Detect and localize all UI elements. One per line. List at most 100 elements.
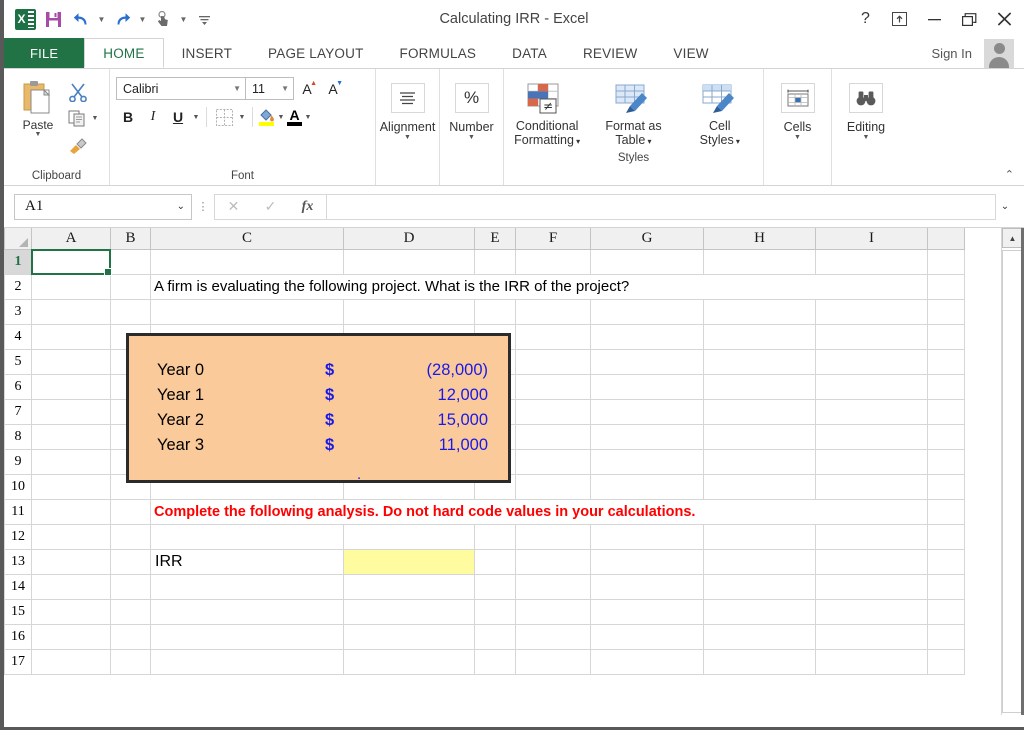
cell-C9[interactable]	[150, 448, 344, 475]
column-header-c[interactable]: C	[150, 228, 344, 250]
redo-icon[interactable]	[109, 6, 135, 32]
cell-F7[interactable]	[515, 398, 591, 425]
row-header-5[interactable]: 5	[4, 348, 32, 375]
cell-H16[interactable]	[703, 623, 816, 650]
cell-H6[interactable]	[703, 373, 816, 400]
cell-D16[interactable]	[343, 623, 475, 650]
cell-B4[interactable]	[110, 323, 151, 350]
cell-B13[interactable]	[110, 548, 151, 575]
column-header-f[interactable]: F	[515, 228, 591, 250]
cell-C1[interactable]	[150, 248, 344, 275]
cell-F9[interactable]	[515, 448, 591, 475]
expand-formula-bar-icon[interactable]: ⌄	[996, 201, 1014, 212]
cell-E9[interactable]	[474, 448, 516, 475]
row-header-16[interactable]: 16	[4, 623, 32, 650]
cell-B2[interactable]	[110, 273, 151, 300]
redo-dropdown-icon[interactable]: ▼	[137, 6, 148, 32]
tab-view[interactable]: VIEW	[655, 38, 726, 68]
cell-H12[interactable]	[703, 523, 816, 550]
enter-icon[interactable]: ✓	[265, 198, 277, 215]
cell-E5[interactable]	[474, 348, 516, 375]
row-header-2[interactable]: 2	[4, 273, 32, 300]
cell-B3[interactable]	[110, 298, 151, 325]
cell-J7[interactable]	[927, 398, 965, 425]
column-header-j[interactable]	[927, 228, 965, 250]
cell-G16[interactable]	[590, 623, 704, 650]
borders-dropdown-icon[interactable]: ▼	[237, 114, 247, 121]
paste-dropdown-icon[interactable]: ▼	[35, 131, 42, 138]
select-all-corner[interactable]	[4, 228, 32, 250]
cell-B16[interactable]	[110, 623, 151, 650]
cell-J9[interactable]	[927, 448, 965, 475]
cell-C8[interactable]	[150, 423, 344, 450]
italic-button[interactable]: I	[141, 105, 165, 129]
cell-I15[interactable]	[815, 598, 928, 625]
cell-F3[interactable]	[515, 298, 591, 325]
font-size-input[interactable]: 11 ▼	[246, 77, 294, 100]
row-header-15[interactable]: 15	[4, 598, 32, 625]
vertical-scrollbar[interactable]: ▲	[1001, 228, 1023, 715]
row-header-1[interactable]: 1	[4, 248, 32, 275]
cell-A12[interactable]	[31, 523, 111, 550]
cell-B14[interactable]	[110, 573, 151, 600]
cell-J16[interactable]	[927, 623, 965, 650]
cell-D7[interactable]	[343, 398, 475, 425]
cell-C7[interactable]	[150, 398, 344, 425]
cell-I8[interactable]	[815, 423, 928, 450]
copy-dropdown-icon[interactable]: ▼	[90, 115, 100, 122]
editing-button[interactable]	[849, 83, 883, 113]
format-painter-button[interactable]	[68, 135, 88, 157]
cell-J5[interactable]	[927, 348, 965, 375]
cell-D4[interactable]	[343, 323, 475, 350]
font-color-button[interactable]: A	[287, 108, 302, 126]
cell-I12[interactable]	[815, 523, 928, 550]
cell-J11[interactable]	[927, 498, 965, 525]
cell-A4[interactable]	[31, 323, 111, 350]
cell-H7[interactable]	[703, 398, 816, 425]
cell-B5[interactable]	[110, 348, 151, 375]
cell-A1[interactable]	[31, 248, 111, 275]
cell-A7[interactable]	[31, 398, 111, 425]
minimize-icon[interactable]	[927, 13, 944, 25]
cell-J6[interactable]	[927, 373, 965, 400]
column-header-i[interactable]: I	[815, 228, 928, 250]
cell-I1[interactable]	[815, 248, 928, 275]
cell-C15[interactable]	[150, 598, 344, 625]
row-header-8[interactable]: 8	[4, 423, 32, 450]
tab-home[interactable]: HOME	[84, 38, 164, 68]
cell-F10[interactable]	[515, 473, 591, 500]
cell-H15[interactable]	[703, 598, 816, 625]
cell-C3[interactable]	[150, 298, 344, 325]
cut-button[interactable]	[68, 81, 88, 103]
cell-A11[interactable]	[31, 498, 111, 525]
cell-D1[interactable]	[343, 248, 475, 275]
touch-mode-icon[interactable]	[150, 6, 176, 32]
cell-C12[interactable]	[150, 523, 344, 550]
restore-icon[interactable]	[962, 12, 979, 26]
cell-G6[interactable]	[590, 373, 704, 400]
cell-D15[interactable]	[343, 598, 475, 625]
row-header-3[interactable]: 3	[4, 298, 32, 325]
cell-J15[interactable]	[927, 598, 965, 625]
cell-H4[interactable]	[703, 323, 816, 350]
column-header-a[interactable]: A	[31, 228, 111, 250]
cell-I3[interactable]	[815, 298, 928, 325]
row-header-13[interactable]: 13	[4, 548, 32, 575]
cell-E8[interactable]	[474, 423, 516, 450]
collapse-ribbon-icon[interactable]: ⌃	[1005, 168, 1014, 181]
cell-A14[interactable]	[31, 573, 111, 600]
cell-I17[interactable]	[815, 648, 928, 675]
undo-icon[interactable]	[68, 6, 94, 32]
cell-G1[interactable]	[590, 248, 704, 275]
close-icon[interactable]	[997, 12, 1014, 26]
borders-button[interactable]	[212, 105, 236, 129]
save-icon[interactable]	[40, 6, 66, 32]
cell-B7[interactable]	[110, 398, 151, 425]
touch-mode-dropdown-icon[interactable]: ▼	[178, 6, 189, 32]
cell-F12[interactable]	[515, 523, 591, 550]
cell-C16[interactable]	[150, 623, 344, 650]
cell-J10[interactable]	[927, 473, 965, 500]
alignment-button[interactable]	[390, 83, 425, 113]
cell-E10[interactable]	[474, 473, 516, 500]
cell-H10[interactable]	[703, 473, 816, 500]
